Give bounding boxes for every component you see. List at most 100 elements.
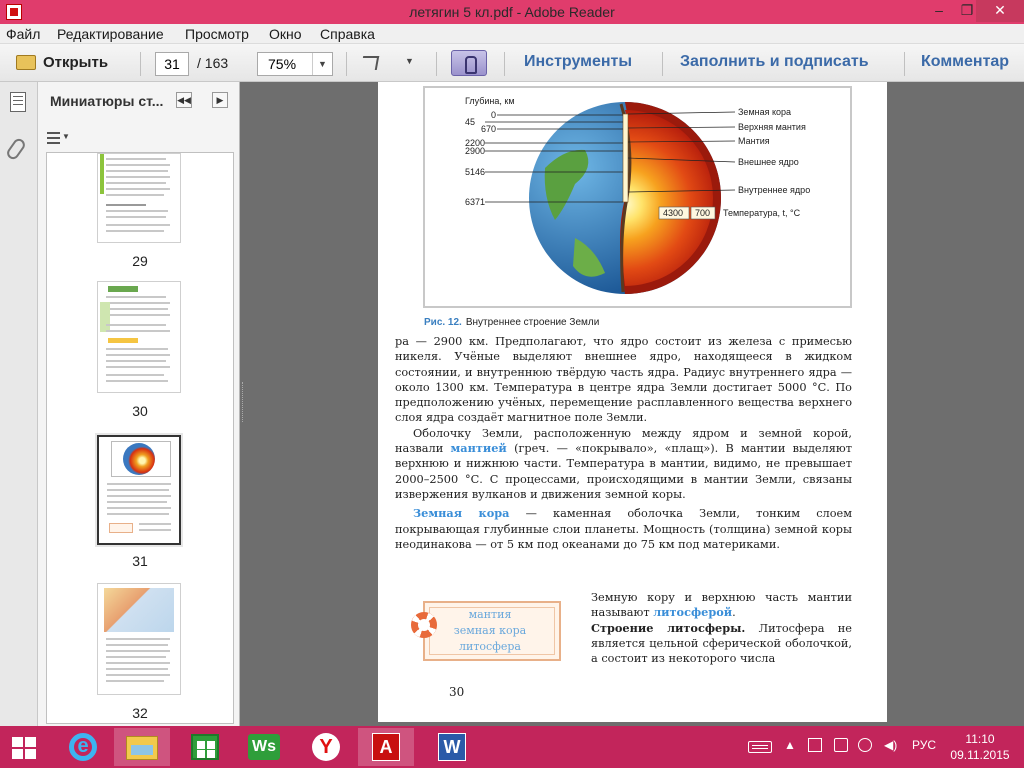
paragraph: ра — 2900 км. Предполагают, что ядро сос… — [395, 335, 852, 425]
menu-bar: Файл Редактирование Просмотр Окно Справк… — [0, 24, 1024, 44]
attachments-icon[interactable] — [4, 136, 28, 162]
temperature-value: 4300 — [663, 208, 683, 218]
toolbar: Открыть 31 / 163 75% ▼ ▼ Инструменты Зап… — [0, 44, 1024, 82]
volume-icon[interactable]: ◀) — [884, 738, 897, 752]
side-text: Земную кору и верхнюю часть мантии назыв… — [591, 590, 852, 666]
figure-caption: Рис. 12. Внутреннее строение Земли — [424, 317, 599, 328]
menu-edit[interactable]: Редактирование — [57, 26, 164, 42]
layer-label: Верхняя мантия — [738, 122, 806, 132]
title-bar: летягин 5 кл.pdf - Adobe Reader – ❐ ✕ — [0, 0, 1024, 24]
full-screen-button[interactable] — [359, 53, 383, 75]
tools-pane-button[interactable]: Инструменты — [524, 53, 632, 71]
keyword-mantle: мантией — [450, 441, 507, 456]
thumbnails-list[interactable]: 29 30 31 32 — [46, 152, 234, 724]
file-explorer-icon — [126, 736, 158, 760]
thumbnail-page[interactable] — [97, 583, 181, 695]
keyword-crust: Земная кора — [413, 506, 510, 521]
earth-structure-figure: Глубина, км 0 45 670 2200 2900 5146 6371… — [423, 86, 852, 308]
layer-label: Внутреннее ядро — [738, 185, 810, 195]
adobe-reader-icon: A — [372, 733, 400, 761]
depth-label: 6371 — [465, 197, 485, 207]
depth-label: 670 — [481, 124, 496, 134]
open-button[interactable]: Открыть — [10, 51, 120, 75]
toolbar-divider — [140, 52, 141, 76]
clock[interactable]: 11:10 09.11.2015 — [950, 731, 1010, 763]
thumbnails-panel: Миниатюры ст... ◀◀ ▶ ▼ 29 30 31 32 — [38, 82, 240, 726]
body-text: ра — 2900 км. Предполагают, что ядро сос… — [395, 334, 852, 552]
folder-icon — [16, 55, 36, 70]
menu-view[interactable]: Просмотр — [185, 26, 249, 42]
figure-caption-text: Внутреннее строение Земли — [465, 317, 600, 328]
navigation-strip — [0, 82, 38, 726]
touch-mode-button[interactable] — [451, 50, 487, 76]
paragraph: Земная кора — каменная оболочка Земли, т… — [395, 506, 852, 551]
page-total: / 163 — [197, 55, 229, 71]
zoom-select[interactable]: 75% ▼ — [257, 52, 333, 76]
toolbar-divider — [436, 52, 437, 76]
store-icon — [191, 734, 219, 760]
thumbnail-page-number: 32 — [132, 705, 148, 721]
internet-explorer-icon: e — [69, 733, 97, 761]
section-heading: Строение литосферы. — [591, 620, 746, 635]
taskbar-file-explorer[interactable] — [114, 728, 170, 766]
depth-label: 2900 — [465, 146, 485, 156]
menu-file[interactable]: Файл — [6, 26, 40, 42]
thumbnail-page-number: 31 — [132, 553, 148, 569]
taskbar-store[interactable] — [177, 728, 233, 766]
open-button-label: Открыть — [43, 54, 109, 71]
clock-time: 11:10 — [965, 732, 995, 746]
thumbnail-page[interactable] — [97, 153, 181, 243]
depth-label: 0 — [491, 110, 496, 120]
expand-panel-button[interactable]: ▶ — [212, 92, 228, 108]
thumbnail-page-selected[interactable] — [97, 435, 181, 545]
vocabulary-word: литосфера — [459, 640, 521, 653]
start-button[interactable] — [0, 728, 56, 766]
taskbar-ws-app[interactable]: Ws — [236, 728, 292, 766]
temperature-value: 700 — [695, 208, 710, 218]
menu-help[interactable]: Справка — [320, 26, 375, 42]
keyword-lithosphere: литосферой — [653, 605, 733, 620]
taskbar-internet-explorer[interactable]: e — [55, 728, 111, 766]
vocabulary-box: мантия земная кора литосфера — [423, 601, 561, 661]
depth-label: 5146 — [465, 167, 485, 177]
layer-label: Внешнее ядро — [738, 157, 799, 167]
zoom-value: 75% — [268, 56, 297, 72]
paragraph: Земную кору и верхнюю часть мантии назыв… — [591, 591, 852, 620]
vocabulary-word: мантия — [468, 608, 512, 621]
taskbar-yandex-browser[interactable]: Y — [298, 728, 354, 766]
paragraph: Строение литосферы. Литосфера не являетс… — [591, 620, 852, 666]
show-hidden-icons-icon[interactable]: ▲ — [784, 738, 796, 752]
page-number-input[interactable]: 31 — [155, 52, 189, 76]
taskbar-word[interactable]: W — [424, 728, 480, 766]
yandex-browser-icon: Y — [312, 733, 340, 761]
more-tools-dropdown[interactable]: ▼ — [405, 56, 417, 70]
action-center-icon[interactable] — [808, 738, 822, 752]
expand-icon — [360, 56, 380, 70]
input-language[interactable]: РУС — [912, 738, 936, 752]
page-thumbnails-icon[interactable] — [10, 92, 26, 112]
sync-icon[interactable] — [858, 738, 872, 752]
menu-window[interactable]: Окно — [269, 26, 302, 42]
thumbnail-page[interactable] — [97, 281, 181, 393]
taskbar-adobe-reader[interactable]: A — [358, 728, 414, 766]
fill-sign-pane-button[interactable]: Заполнить и подписать — [680, 53, 869, 71]
paragraph: Оболочку Земли, расположенную между ядро… — [395, 426, 852, 501]
document-view[interactable]: Глубина, км 0 45 670 2200 2900 5146 6371… — [246, 82, 1024, 726]
toolbar-divider — [346, 52, 347, 76]
lifebuoy-icon — [411, 612, 437, 638]
close-button[interactable]: ✕ — [976, 0, 1024, 22]
figure-caption-number: Рис. 12. — [424, 317, 462, 328]
depth-label: 45 — [465, 117, 475, 127]
network-icon[interactable] — [834, 738, 848, 752]
ws-app-icon: Ws — [248, 734, 280, 760]
touch-keyboard-icon[interactable] — [748, 741, 772, 753]
comment-pane-button[interactable]: Комментар — [921, 53, 1009, 71]
chevron-down-icon[interactable]: ▼ — [312, 53, 332, 75]
collapse-panel-button[interactable]: ◀◀ — [176, 92, 192, 108]
window-title: летягин 5 кл.pdf - Adobe Reader — [409, 4, 615, 20]
toolbar-divider — [504, 52, 505, 76]
thumbnail-options-icon[interactable]: ▼ — [46, 130, 70, 146]
thumbnail-page-number: 29 — [132, 253, 148, 269]
thumbnails-panel-title: Миниатюры ст... — [50, 93, 164, 109]
layer-label: Мантия — [738, 136, 770, 146]
